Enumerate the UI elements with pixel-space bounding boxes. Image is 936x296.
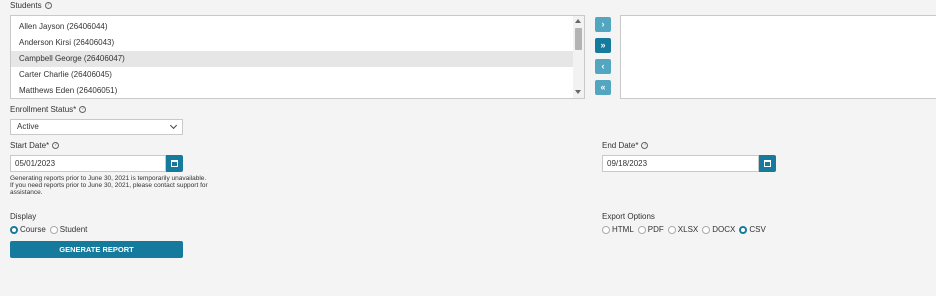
remove-all-button[interactable]: «	[595, 80, 611, 95]
add-selected-button[interactable]: ›	[595, 17, 611, 32]
export-html-radio[interactable]	[602, 225, 610, 234]
help-icon[interactable]: ?	[44, 2, 52, 9]
scroll-down-icon[interactable]	[575, 90, 581, 94]
export-radio-group: HTML PDF XLSX DOCX CSV	[602, 225, 770, 234]
help-icon[interactable]: ?	[79, 106, 87, 113]
student-item-anderson[interactable]: Anderson Kirsi (26406043)	[11, 35, 574, 51]
students-label: Students ?	[10, 1, 52, 10]
export-csv-label[interactable]: CSV	[749, 225, 765, 234]
export-pdf-label[interactable]: PDF	[648, 225, 664, 234]
student-item-campbell[interactable]: Campbell George (26406047)	[11, 51, 574, 67]
remove-selected-button[interactable]: ‹	[595, 59, 611, 74]
export-html-label[interactable]: HTML	[612, 225, 634, 234]
scroll-thumb[interactable]	[575, 28, 582, 50]
calendar-icon	[764, 160, 771, 167]
display-course-radio[interactable]	[10, 225, 18, 234]
enrollment-status-value: Active	[17, 122, 39, 131]
display-student-radio[interactable]	[49, 225, 58, 234]
student-item-allen[interactable]: Allen Jayson (26406044)	[11, 19, 574, 35]
start-date-label-text: Start Date*	[10, 141, 50, 150]
export-pdf-radio[interactable]	[637, 225, 646, 234]
end-date-input[interactable]: 09/18/2023	[602, 155, 759, 172]
add-all-button[interactable]: »	[595, 38, 611, 53]
students-listbox[interactable]: Allen Jayson (26406044) Anderson Kirsi (…	[10, 15, 585, 99]
export-docx-label[interactable]: DOCX	[712, 225, 735, 234]
selected-students-listbox[interactable]	[620, 15, 936, 99]
students-scrollbar[interactable]	[573, 16, 584, 98]
enrollment-status-label: Enrollment Status* ?	[10, 105, 87, 114]
export-xlsx-label[interactable]: XLSX	[678, 225, 698, 234]
student-item-carter[interactable]: Carter Charlie (26406045)	[11, 67, 574, 83]
students-label-text: Students	[10, 1, 42, 10]
display-course-label[interactable]: Course	[20, 225, 46, 234]
export-options-label: Export Options	[602, 212, 655, 221]
date-restriction-note: Generating reports prior to June 30, 202…	[10, 175, 208, 196]
start-date-label: Start Date* ?	[10, 141, 60, 150]
scroll-up-icon[interactable]	[575, 19, 581, 23]
start-date-input[interactable]: 05/01/2023	[10, 155, 166, 172]
display-label: Display	[10, 212, 37, 221]
help-icon[interactable]: ?	[52, 142, 60, 149]
generate-report-button[interactable]: GENERATE REPORT	[10, 241, 183, 258]
export-xlsx-radio[interactable]	[667, 225, 676, 234]
student-item-matthews[interactable]: Matthews Eden (26406051)	[11, 83, 574, 98]
calendar-icon	[171, 160, 178, 167]
help-icon[interactable]: ?	[641, 142, 649, 149]
export-docx-radio[interactable]	[702, 225, 711, 234]
end-date-calendar-button[interactable]	[759, 155, 776, 172]
display-radio-group: Course Student	[10, 225, 91, 234]
chevron-down-icon	[169, 121, 178, 130]
export-csv-radio[interactable]	[739, 225, 748, 234]
enrollment-status-select[interactable]: Active	[10, 119, 183, 135]
display-student-label[interactable]: Student	[60, 225, 88, 234]
end-date-label-text: End Date*	[602, 141, 639, 150]
start-date-calendar-button[interactable]	[166, 155, 183, 172]
enrollment-status-label-text: Enrollment Status*	[10, 105, 77, 114]
end-date-label: End Date* ?	[602, 141, 649, 150]
